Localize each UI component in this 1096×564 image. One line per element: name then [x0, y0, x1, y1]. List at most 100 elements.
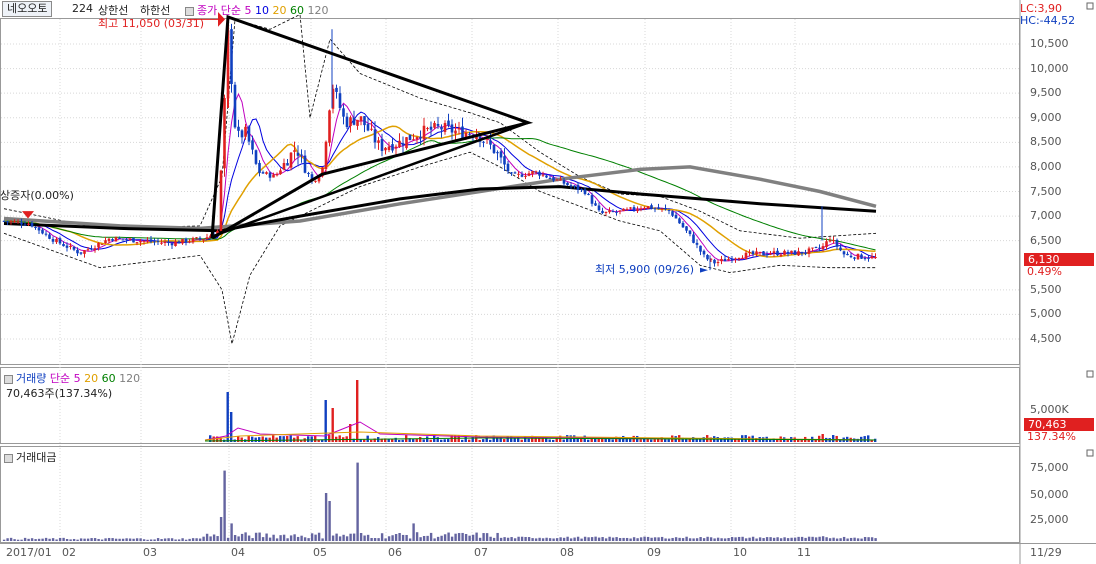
candle-body — [527, 173, 531, 176]
candle-body — [751, 251, 755, 255]
candle-body — [755, 251, 758, 255]
amount-bar — [814, 537, 818, 541]
amount-bar — [471, 534, 475, 541]
date-tick-label: 09 — [647, 546, 661, 559]
volume-checkbox-icon[interactable] — [4, 374, 13, 384]
amount-bar — [482, 533, 485, 541]
volume-bar — [667, 439, 670, 442]
candle-body — [118, 238, 121, 240]
candle-body — [58, 238, 62, 244]
candle-body — [496, 152, 499, 154]
candle-body — [797, 251, 800, 256]
amount-bar — [489, 536, 492, 541]
candle-body — [699, 245, 702, 252]
amount-bar — [321, 538, 324, 541]
candle-body — [447, 120, 450, 126]
amount-bar — [188, 538, 191, 541]
candle-body — [2, 220, 6, 222]
amount-bar — [184, 539, 188, 541]
amount-bar — [398, 533, 401, 541]
amount-bar — [132, 538, 135, 541]
volume-bar — [314, 436, 317, 442]
candle-body — [510, 172, 513, 174]
candle-body — [254, 150, 258, 164]
amount-bar — [797, 536, 800, 541]
candle-body — [384, 147, 387, 151]
amount-bar — [618, 538, 622, 541]
candle-body — [391, 144, 394, 151]
candle-body — [401, 143, 405, 146]
amount-bar — [846, 538, 849, 541]
amount-bar — [307, 538, 310, 541]
candle-body — [569, 185, 573, 187]
date-tick-label: 03 — [143, 546, 157, 559]
current-change-label: 0.49% — [1027, 265, 1062, 278]
amount-bar — [681, 538, 685, 541]
candle-body — [79, 252, 83, 254]
amount-bar — [730, 537, 734, 541]
amount-bar — [363, 535, 366, 541]
candle-body — [503, 156, 506, 165]
amount-bar — [258, 532, 261, 541]
candle-body — [149, 239, 153, 242]
candle-body — [342, 108, 345, 117]
amount-bar — [170, 538, 174, 541]
amount-panel-menu-icon[interactable] — [1086, 449, 1094, 457]
candle-body — [282, 163, 286, 170]
amount-bar — [352, 533, 356, 541]
price-panel-menu-icon[interactable] — [1086, 2, 1094, 10]
grid-lines — [1, 19, 1019, 542]
candle-body — [268, 172, 272, 178]
candle-body — [114, 237, 118, 242]
amount-bar — [527, 537, 531, 541]
amount-bar — [811, 536, 814, 541]
price-tick-label: 9,000 — [1030, 110, 1062, 124]
amount-bar — [275, 538, 279, 541]
price-tick-label: 10,500 — [1030, 37, 1069, 50]
amount-bar — [272, 534, 275, 541]
candle-body — [387, 146, 391, 150]
amount-tick-25000: 25,000 — [1030, 513, 1069, 526]
ma-120-line — [3, 165, 877, 231]
capital-marker-icon — [22, 211, 34, 219]
candle-body — [30, 222, 34, 227]
amount-bar — [125, 538, 128, 541]
amount-bar — [149, 539, 153, 541]
amount-bar — [293, 534, 296, 541]
amount-bar — [286, 538, 289, 541]
candle-body — [772, 251, 776, 254]
candle-body — [335, 87, 338, 92]
amount-checkbox-icon[interactable] — [4, 453, 13, 463]
amount-bar — [786, 538, 790, 541]
candle-body — [415, 137, 419, 140]
amount-bar — [79, 538, 83, 541]
amount-bar — [34, 539, 37, 541]
amount-bar — [443, 534, 447, 541]
volume-bar — [331, 408, 334, 442]
volume-bar — [513, 438, 516, 442]
amount-bar — [139, 538, 142, 541]
amount-bar — [821, 536, 825, 541]
candle-body — [419, 136, 422, 139]
amount-bar — [114, 538, 118, 541]
candle-body — [846, 253, 849, 256]
amount-tick-75000: 75,000 — [1030, 461, 1069, 474]
amount-bar — [625, 537, 629, 541]
volume-panel-menu-icon[interactable] — [1086, 370, 1094, 378]
amount-bar — [524, 536, 527, 541]
volume-bar — [587, 439, 590, 442]
amount-bar — [804, 537, 807, 541]
amount-bar — [531, 538, 534, 541]
amount-bar — [611, 537, 615, 541]
volume-bar — [310, 436, 313, 442]
candle-body — [20, 222, 23, 225]
candle-body — [345, 116, 349, 128]
volume-bar — [503, 439, 506, 442]
amount-bar — [615, 537, 618, 541]
price-tick-label: 5,000 — [1030, 307, 1062, 321]
amount-bar — [723, 538, 727, 541]
high-annotation: 최고 11,050 (03/31) — [98, 17, 205, 30]
candle-body — [328, 110, 331, 143]
amount-bar — [279, 535, 282, 541]
volume-bar — [821, 434, 824, 442]
